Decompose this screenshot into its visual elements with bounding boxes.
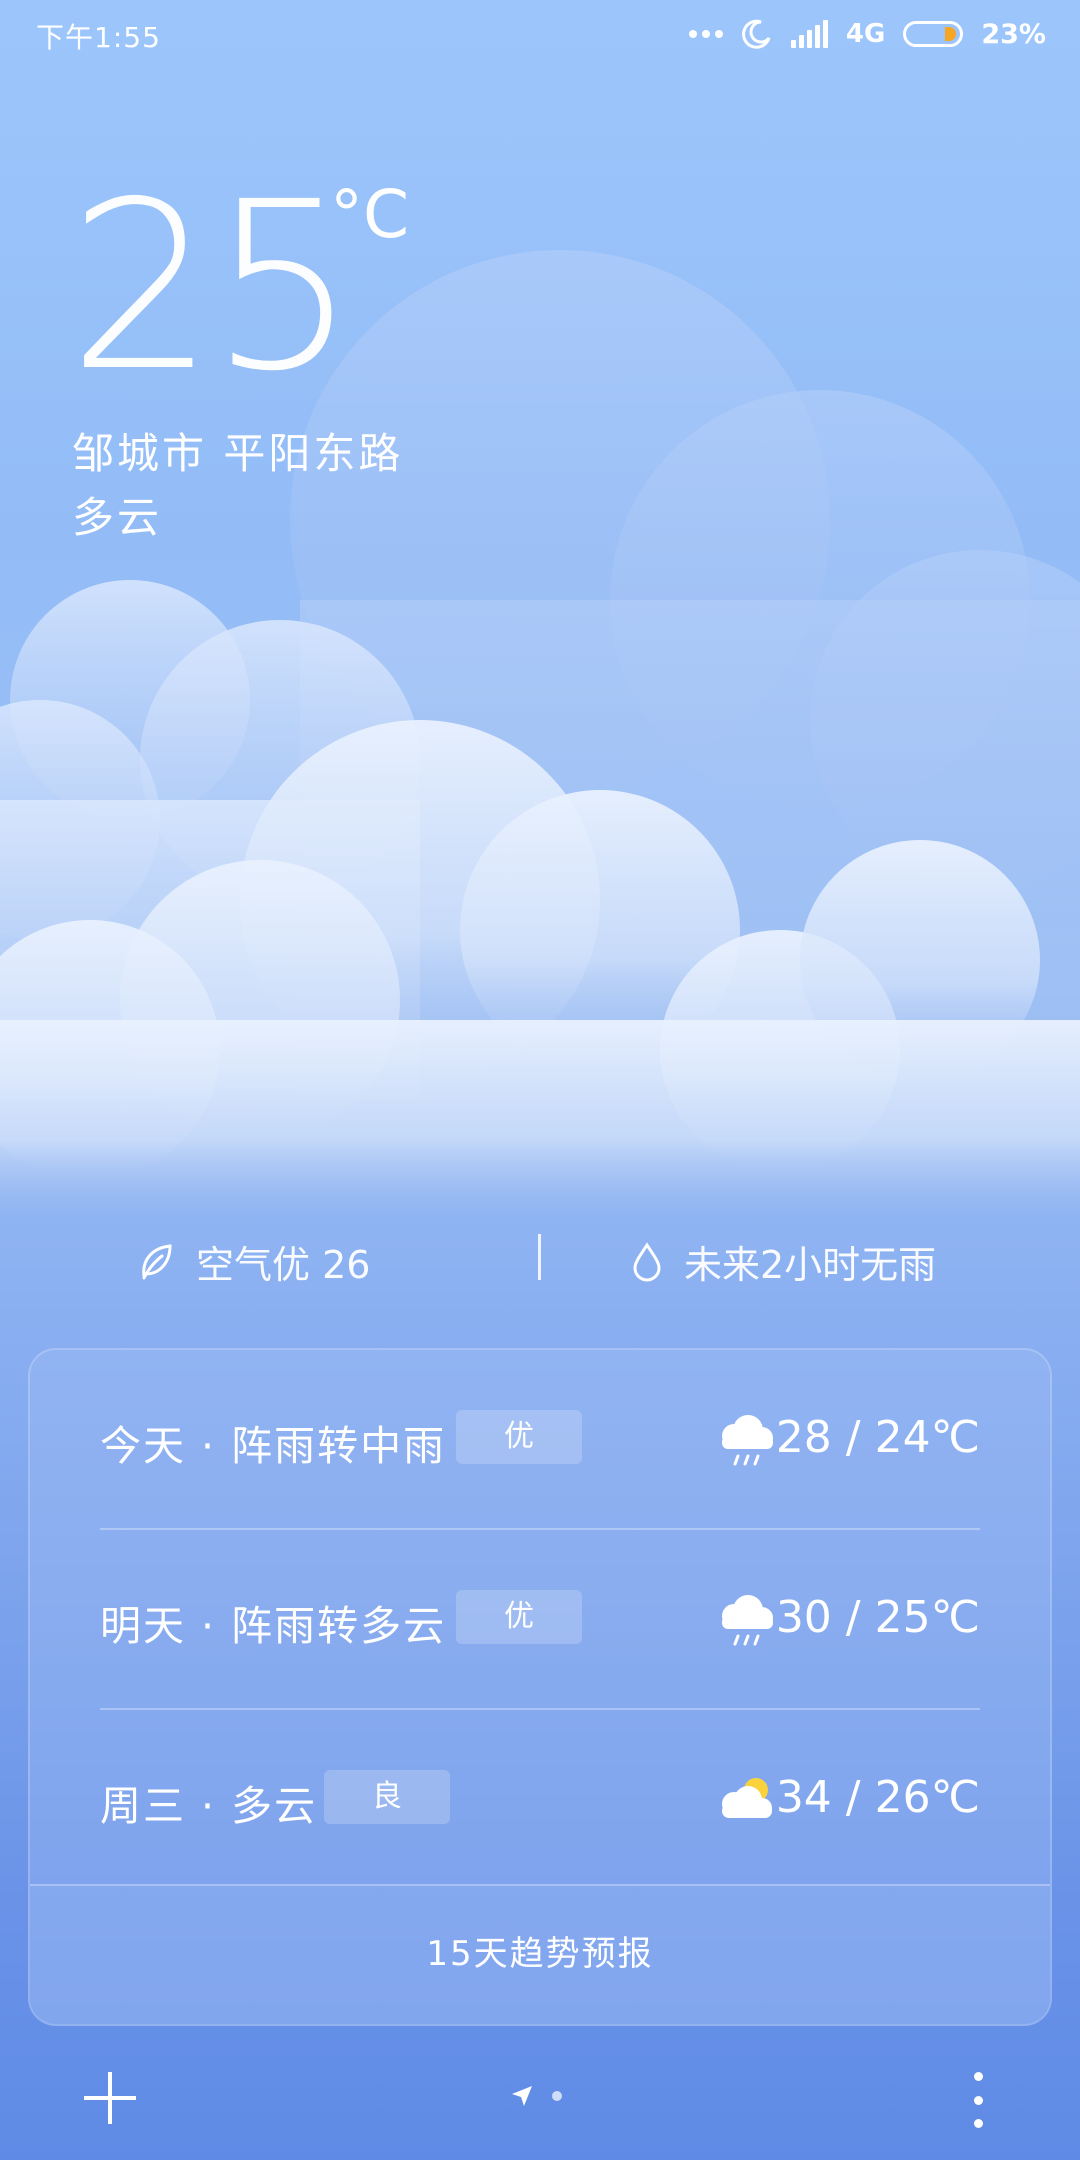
fifteen-day-trend-button[interactable]: 15天趋势预报 — [30, 1884, 1050, 2024]
air-quality[interactable]: 空气优 26 — [138, 1234, 370, 1289]
forecast-temp: 28 / 24℃ — [775, 1412, 980, 1463]
signal-icon — [790, 20, 828, 48]
forecast-row-tomorrow[interactable]: 明天 · 阵雨转多云 优 30 / 25℃ — [30, 1530, 1050, 1710]
dots-icon — [688, 30, 723, 38]
air-quality-text: 空气优 26 — [196, 1243, 371, 1287]
info-divider — [538, 1234, 541, 1280]
battery-icon — [903, 21, 964, 47]
info-row: 空气优 26 未来2小时无雨 — [0, 1230, 1080, 1290]
rain-forecast[interactable]: 未来2小时无雨 — [632, 1234, 936, 1289]
current-temperature: 25 °C — [68, 152, 409, 422]
location-arrow-icon — [512, 2086, 532, 2106]
partly-cloudy-icon — [722, 1778, 772, 1818]
more-options-button[interactable] — [966, 2072, 990, 2128]
rain-forecast-text: 未来2小时无雨 — [684, 1243, 937, 1287]
forecast-temp: 30 / 25℃ — [775, 1592, 980, 1643]
moon-icon — [742, 19, 771, 49]
page-indicator — [510, 2084, 562, 2108]
rain-cloud-icon — [722, 1415, 773, 1466]
aqi-badge: 良 — [324, 1770, 450, 1824]
forecast-day: 明天 · 阵雨转多云 — [100, 1602, 447, 1650]
status-icons: 4G 23% — [688, 14, 1046, 54]
leaf-icon — [142, 1243, 172, 1279]
network-type: 4G — [845, 19, 886, 49]
temperature-value: 25 — [68, 152, 357, 422]
temperature-unit: °C — [330, 176, 410, 253]
forecast-row-wednesday[interactable]: 周三 · 多云 良 34 / 26℃ — [30, 1710, 1050, 1890]
forecast-temp: 34 / 26℃ — [775, 1772, 980, 1823]
forecast-row-today[interactable]: 今天 · 阵雨转中雨 优 28 / 24℃ — [30, 1350, 1050, 1530]
aqi-badge: 优 — [456, 1590, 582, 1644]
drop-icon — [633, 1241, 661, 1281]
forecast-card: 今天 · 阵雨转中雨 优 28 / 24℃ 明天 · 阵雨转多云 优 30 / … — [28, 1348, 1052, 2026]
rain-cloud-icon — [722, 1595, 773, 1646]
forecast-day: 周三 · 多云 — [100, 1782, 318, 1830]
current-condition: 多云 — [72, 493, 163, 542]
forecast-day: 今天 · 阵雨转中雨 — [100, 1422, 447, 1470]
page-dot — [552, 2091, 562, 2101]
battery-level — [945, 27, 957, 41]
aqi-badge: 优 — [456, 1410, 582, 1464]
location-name[interactable]: 邹城市 平阳东路 — [72, 420, 403, 481]
status-bar: 下午1:55 4G 23% — [0, 0, 1080, 66]
bottom-bar — [0, 2060, 1080, 2160]
add-city-button[interactable] — [84, 2072, 136, 2124]
battery-percent: 23% — [981, 18, 1046, 50]
status-time: 下午1:55 — [36, 21, 161, 54]
